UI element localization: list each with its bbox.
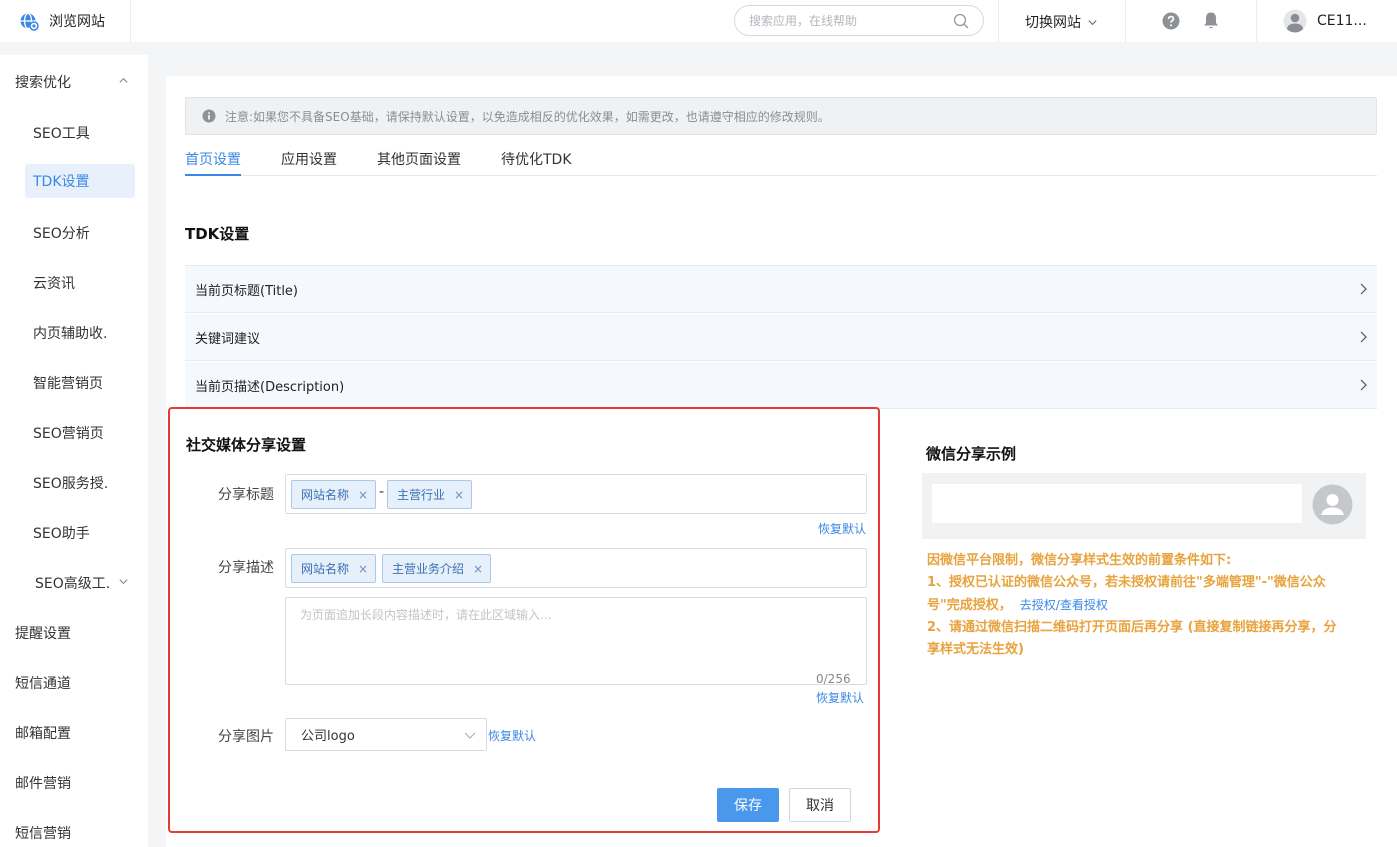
tag-site-name: 网站名称 × — [291, 554, 376, 583]
tab-pending-tdk[interactable]: 待优化TDK — [501, 149, 572, 176]
divider — [130, 0, 131, 42]
switch-site-dropdown[interactable]: 切换网站 — [1025, 12, 1098, 32]
sidebar-item-smart-marketing-page[interactable]: 智能营销页 — [33, 373, 103, 393]
brand-name: 浏览网站 — [49, 14, 105, 30]
restore-default-link[interactable]: 恢复默认 — [818, 520, 866, 537]
notice-banner: 注意:如果您不具备SEO基础，请保持默认设置，以免造成相反的优化效果，如需更改，… — [185, 97, 1377, 135]
info-icon — [202, 109, 216, 123]
preview-text-area — [932, 484, 1302, 523]
sidebar-item-sms-channel[interactable]: 短信通道 — [15, 673, 71, 693]
close-icon[interactable]: × — [473, 562, 483, 576]
chevron-right-icon — [1360, 379, 1367, 391]
help-icon[interactable] — [1162, 12, 1180, 30]
wechat-share-preview — [922, 473, 1366, 539]
tag-label: 网站名称 — [301, 562, 350, 576]
char-counter: 0/256 — [816, 672, 851, 686]
note-1b-text: 号"完成授权， — [927, 598, 1012, 613]
close-icon[interactable]: × — [358, 562, 368, 576]
search-box[interactable] — [734, 5, 984, 36]
tdk-section-title: TDK设置 — [185, 225, 250, 243]
sidebar-item-seo-service-auth[interactable]: SEO服务授. — [33, 473, 108, 493]
tag-label: 网站名称 — [301, 488, 350, 502]
note-heading: 因微信平台限制，微信分享样式生效的前置条件如下: — [927, 553, 1232, 568]
tab-home-settings[interactable]: 首页设置 — [185, 149, 241, 176]
select-value: 公司logo — [301, 729, 355, 744]
sidebar-item-mailbox-config[interactable]: 邮箱配置 — [15, 723, 71, 743]
restore-default-link[interactable]: 恢复默认 — [816, 689, 864, 706]
sidebar-item-reminder-settings[interactable]: 提醒设置 — [15, 623, 71, 643]
sidebar-item-cloud-news[interactable]: 云资讯 — [33, 273, 75, 293]
sidebar-item-seo-tools[interactable]: SEO工具 — [33, 123, 90, 143]
browse-site-link[interactable]: 浏览网站 — [19, 10, 105, 32]
tdk-row-description[interactable]: 当前页描述(Description) — [185, 362, 1377, 409]
cancel-button[interactable]: 取消 — [789, 788, 851, 822]
tag-site-name: 网站名称 × — [291, 480, 376, 509]
restore-default-link[interactable]: 恢复默认 — [488, 727, 536, 744]
note-1a: 1、授权已认证的微信公众号，若未授权请前往"多端管理"-"微信公众 — [927, 575, 1326, 590]
sidebar-item-seo-marketing-page[interactable]: SEO营销页 — [33, 423, 104, 443]
wechat-example-title: 微信分享示例 — [926, 445, 1017, 463]
note-2a: 2、请通过微信扫描二维码打开页面后再分享 (直接复制链接再分享，分 — [927, 620, 1337, 635]
search-icon[interactable] — [953, 13, 969, 29]
tab-other-page-settings[interactable]: 其他页面设置 — [377, 149, 461, 176]
divider — [998, 0, 999, 42]
authorize-link[interactable]: 去授权/查看授权 — [1020, 598, 1108, 612]
switch-site-label: 切换网站 — [1025, 15, 1081, 31]
avatar — [1283, 9, 1307, 33]
chevron-right-icon — [1360, 283, 1367, 295]
note-1b: 号"完成授权， 去授权/查看授权 — [927, 594, 1367, 617]
close-icon[interactable]: × — [454, 488, 464, 502]
share-section-title: 社交媒体分享设置 — [186, 436, 307, 454]
tab-app-settings[interactable]: 应用设置 — [281, 149, 337, 176]
user-menu[interactable]: CE11... — [1283, 9, 1367, 33]
sidebar-item-seo-analysis[interactable]: SEO分析 — [33, 223, 90, 243]
share-image-label: 分享图片 — [218, 729, 274, 745]
user-name: CE11... — [1317, 13, 1367, 29]
notice-text: 注意:如果您不具备SEO基础，请保持默认设置，以免造成相反的优化效果，如需更改，… — [225, 109, 830, 124]
wechat-notes: 因微信平台限制，微信分享样式生效的前置条件如下: 1、授权已认证的微信公众号，若… — [927, 550, 1367, 661]
share-desc-label: 分享描述 — [218, 560, 274, 576]
divider — [1125, 0, 1126, 42]
chevron-down-icon — [1088, 19, 1097, 25]
globe-eye-icon — [20, 12, 39, 31]
tag-label: 主营行业 — [397, 488, 446, 502]
sidebar-item-inner-page-index[interactable]: 内页辅助收. — [33, 323, 107, 343]
sidebar: 搜索优化 SEO工具 TDK设置 SEO分析 云资讯 内页辅助收. 智能营销页 … — [0, 55, 148, 847]
search-input[interactable] — [749, 13, 953, 28]
tdk-row-label: 当前页描述(Description) — [195, 379, 345, 395]
avatar-placeholder-icon — [1312, 484, 1353, 525]
close-icon[interactable]: × — [358, 488, 368, 502]
share-image-select[interactable]: 公司logo — [285, 718, 487, 751]
chevron-down-icon[interactable] — [118, 576, 129, 587]
sidebar-item-email-marketing[interactable]: 邮件营销 — [15, 773, 71, 793]
tdk-row-label: 当前页标题(Title) — [195, 283, 299, 299]
chevron-up-icon[interactable] — [118, 75, 129, 86]
sidebar-item-seo-advanced-tools[interactable]: SEO高级工. — [35, 573, 110, 593]
save-button[interactable]: 保存 — [717, 788, 779, 822]
tdk-row-keywords[interactable]: 关键词建议 — [185, 314, 1377, 361]
separator: - — [379, 484, 385, 500]
note-2b: 享样式无法生效) — [927, 642, 1024, 657]
tag-business-intro: 主营业务介绍 × — [382, 554, 491, 583]
sidebar-item-tdk-settings[interactable]: TDK设置 — [25, 164, 135, 198]
tdk-row-label: 关键词建议 — [195, 331, 261, 347]
bell-icon[interactable] — [1202, 11, 1220, 30]
tag-main-industry: 主营行业 × — [387, 480, 472, 509]
sidebar-group-label: 搜索优化 — [15, 75, 71, 91]
tab-bar: 首页设置 应用设置 其他页面设置 待优化TDK — [185, 147, 1377, 176]
tag-label: 主营业务介绍 — [392, 562, 465, 576]
chevron-down-icon — [464, 732, 476, 739]
top-bar: 浏览网站 切换网站 CE11... — [0, 0, 1397, 42]
share-desc-input[interactable]: 网站名称 × 主营业务介绍 × — [285, 548, 867, 588]
chevron-right-icon — [1360, 331, 1367, 343]
social-share-settings: 社交媒体分享设置 分享标题 网站名称 × - 主营行业 × 恢复默认 分享描述 … — [168, 407, 880, 833]
share-desc-textarea[interactable] — [285, 597, 867, 685]
sidebar-item-sms-marketing[interactable]: 短信营销 — [15, 823, 71, 843]
sidebar-item-seo-assistant[interactable]: SEO助手 — [33, 523, 90, 543]
tdk-row-title[interactable]: 当前页标题(Title) — [185, 266, 1377, 313]
sidebar-group-seo[interactable]: 搜索优化 — [15, 72, 71, 92]
share-title-input[interactable]: 网站名称 × - 主营行业 × — [285, 474, 867, 514]
divider — [1256, 0, 1257, 42]
share-title-label: 分享标题 — [218, 487, 274, 503]
